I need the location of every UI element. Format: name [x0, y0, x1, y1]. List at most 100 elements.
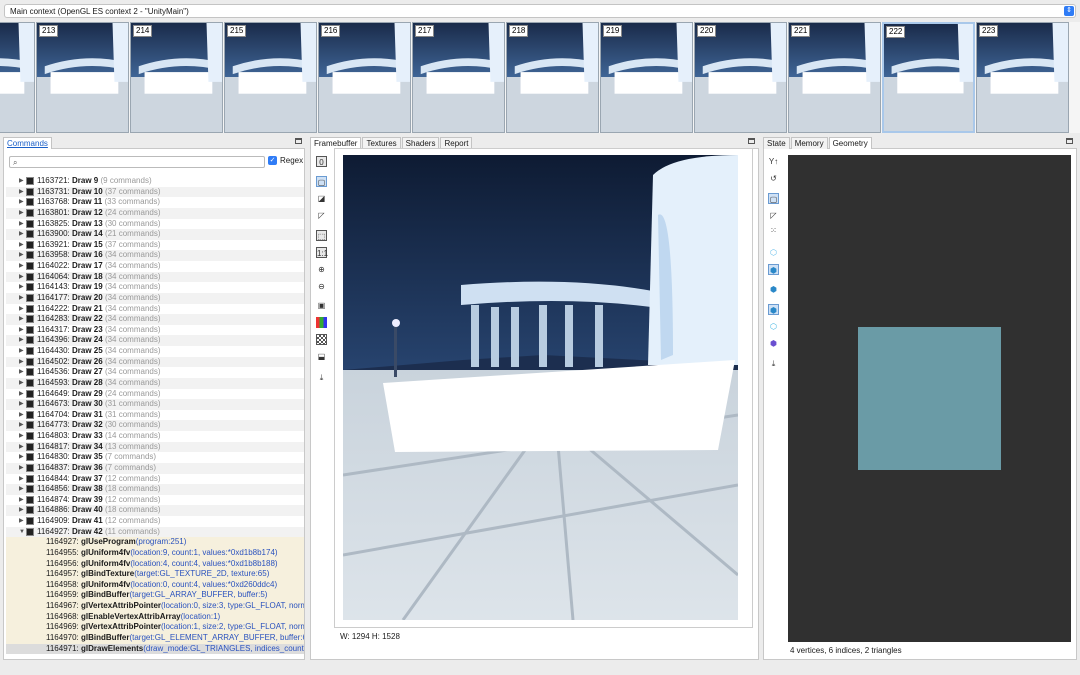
points-icon[interactable]: ⁙	[768, 225, 779, 236]
draw-call-row[interactable]: ▶ 1163825: Draw 13 (30 commands)	[6, 219, 304, 230]
draw-call-row[interactable]: ▶ 1164673: Draw 30 (31 commands)	[6, 399, 304, 410]
context-selector[interactable]: Main context (OpenGL ES context 2 - "Uni…	[4, 4, 1076, 18]
collapsed-arrow-icon[interactable]: ▶	[19, 516, 24, 527]
framebuffer-image[interactable]	[343, 155, 738, 620]
regex-toggle[interactable]: ✓ Regex	[268, 156, 303, 165]
cube-icon[interactable]: ⬢	[768, 284, 779, 295]
expanded-arrow-icon[interactable]: ▼	[19, 527, 25, 538]
collapsed-arrow-icon[interactable]: ▶	[19, 187, 24, 198]
download-icon[interactable]: ⤓	[768, 358, 779, 369]
wireframe-icon[interactable]: ◸	[768, 210, 779, 221]
command-row[interactable]: 1164955: glUniform4fv(location:9, count:…	[6, 547, 304, 559]
draw-call-row[interactable]: ▶ 1164396: Draw 24 (34 commands)	[6, 335, 304, 346]
overdraw-mode-icon[interactable]: ◪	[316, 193, 327, 204]
zoom-in-icon[interactable]: ⊕	[316, 264, 327, 275]
draw-call-row[interactable]: ▶ 1163731: Draw 10 (37 commands)	[6, 186, 304, 198]
checkerboard-icon[interactable]	[316, 334, 327, 345]
frame-thumbnail[interactable]: 223	[976, 22, 1069, 133]
collapsed-arrow-icon[interactable]: ▶	[19, 463, 24, 474]
collapsed-arrow-icon[interactable]: ▶	[19, 314, 24, 325]
collapsed-arrow-icon[interactable]: ▶	[19, 335, 24, 346]
command-row[interactable]: 1164969: glVertexAttribPointer(location:…	[6, 622, 304, 633]
tab-commands[interactable]: Commands	[3, 137, 52, 149]
solid-mode-icon[interactable]: ▢	[768, 193, 779, 204]
geometry-viewport[interactable]	[788, 155, 1071, 642]
maximize-icon[interactable]	[1066, 138, 1073, 144]
fit-to-window-icon[interactable]: ⬚	[316, 230, 327, 241]
frame-thumbnail-strip[interactable]: 213 214 215 216 217 218 219 220 221 222 223	[0, 22, 1080, 133]
draw-call-row[interactable]: ▶ 1164803: Draw 33 (14 commands)	[6, 431, 304, 442]
zoom-out-icon[interactable]: ⊖	[316, 281, 327, 292]
draw-call-row[interactable]: ▶ 1164817: Draw 34 (13 commands)	[6, 441, 304, 453]
command-row[interactable]: 1164967: glVertexAttribPointer(location:…	[6, 601, 304, 612]
collapsed-arrow-icon[interactable]: ▶	[19, 208, 24, 219]
command-row[interactable]: 1164957: glBindTexture(target:GL_TEXTURE…	[6, 569, 304, 580]
tab-geometry[interactable]: Geometry	[828, 137, 872, 149]
draw-call-row[interactable]: ▶ 1163921: Draw 15 (37 commands)	[6, 240, 304, 251]
collapsed-arrow-icon[interactable]: ▶	[19, 282, 24, 293]
draw-call-row[interactable]: ▶ 1164837: Draw 36 (7 commands)	[6, 462, 304, 474]
collapsed-arrow-icon[interactable]: ▶	[19, 505, 24, 516]
frame-thumbnail[interactable]: 217	[412, 22, 505, 133]
draw-call-row[interactable]: ▶ 1164856: Draw 38 (18 commands)	[6, 484, 304, 495]
collapsed-arrow-icon[interactable]: ▶	[19, 261, 24, 272]
command-tree[interactable]: ▶ 1163721: Draw 9 (9 commands) ▶ 1163731: D…	[6, 176, 304, 658]
frame-thumbnail[interactable]: 213	[36, 22, 129, 133]
color-cube-icon[interactable]: ⬢	[768, 338, 779, 349]
command-row[interactable]: 1164956: glUniform4fv(location:4, count:…	[6, 558, 304, 570]
collapsed-arrow-icon[interactable]: ▶	[19, 399, 24, 410]
normals-icon[interactable]: ⬡	[768, 321, 779, 332]
frame-thumbnail[interactable]: 221	[788, 22, 881, 133]
collapsed-arrow-icon[interactable]: ▶	[19, 420, 24, 431]
frame-thumbnail[interactable]: 219	[600, 22, 693, 133]
image-icon[interactable]: ▣	[316, 300, 327, 311]
shading-flat-icon[interactable]: ⬡	[768, 247, 779, 258]
collapsed-arrow-icon[interactable]: ▶	[19, 250, 24, 261]
original-size-button[interactable]: 1:1	[316, 247, 328, 258]
draw-call-row[interactable]: ▶ 1164317: Draw 23 (34 commands)	[6, 325, 304, 336]
command-row[interactable]: 1164959: glBindBuffer(target:GL_ARRAY_BU…	[6, 590, 304, 601]
collapsed-arrow-icon[interactable]: ▶	[19, 229, 24, 240]
draw-call-row[interactable]: ▶ 1163900: Draw 14 (21 commands)	[6, 229, 304, 240]
collapsed-arrow-icon[interactable]: ▶	[19, 452, 24, 463]
tab-state[interactable]: State	[763, 137, 790, 149]
collapsed-arrow-icon[interactable]: ▶	[19, 442, 24, 453]
color-channels-icon[interactable]	[316, 317, 327, 328]
draw-call-row[interactable]: ▶ 1164886: Draw 40 (18 commands)	[6, 505, 304, 516]
command-row[interactable]: 1164970: glBindBuffer(target:GL_ELEMENT_…	[6, 632, 304, 644]
draw-call-row[interactable]: ▶ 1163768: Draw 11 (33 commands)	[6, 197, 304, 208]
draw-call-row[interactable]: ▶ 1164064: Draw 18 (34 commands)	[6, 271, 304, 283]
draw-call-row[interactable]: ▶ 1164502: Draw 26 (34 commands)	[6, 356, 304, 368]
command-row[interactable]: 1164927: glUseProgram(program:251)	[6, 537, 304, 548]
collapsed-arrow-icon[interactable]: ▶	[19, 484, 24, 495]
draw-call-row[interactable]: ▶ 1163958: Draw 16 (34 commands)	[6, 250, 304, 261]
frame-thumbnail[interactable]: 220	[694, 22, 787, 133]
draw-call-row[interactable]: ▶ 1164430: Draw 25 (34 commands)	[6, 346, 304, 357]
collapsed-arrow-icon[interactable]: ▶	[19, 293, 24, 304]
search-input[interactable]: ⌕	[9, 156, 265, 168]
collapsed-arrow-icon[interactable]: ▶	[19, 325, 24, 336]
collapsed-arrow-icon[interactable]: ▶	[19, 219, 24, 230]
draw-call-row[interactable]: ▶ 1164536: Draw 27 (34 commands)	[6, 367, 304, 378]
download-icon[interactable]: ⤓	[316, 372, 327, 383]
collapsed-arrow-icon[interactable]: ▶	[19, 197, 24, 208]
draw-call-row[interactable]: ▼ 1164927: Draw 42 (11 commands)	[6, 526, 304, 538]
command-row[interactable]: 1164958: glUniform4fv(location:0, count:…	[6, 579, 304, 591]
draw-call-row[interactable]: ▶ 1164874: Draw 39 (12 commands)	[6, 495, 304, 506]
attachment-selector[interactable]: 0	[316, 156, 327, 167]
draw-call-row[interactable]: ▶ 1164773: Draw 32 (30 commands)	[6, 420, 304, 431]
draw-call-row[interactable]: ▶ 1164177: Draw 20 (34 commands)	[6, 292, 304, 304]
frame-thumbnail[interactable]	[0, 22, 35, 133]
collapsed-arrow-icon[interactable]: ▶	[19, 272, 24, 283]
tab-memory[interactable]: Memory	[790, 137, 828, 149]
draw-call-row[interactable]: ▶ 1164844: Draw 37 (12 commands)	[6, 474, 304, 485]
draw-call-row[interactable]: ▶ 1164022: Draw 17 (34 commands)	[6, 261, 304, 272]
frame-thumbnail[interactable]: 222	[882, 22, 975, 133]
draw-call-row[interactable]: ▶ 1164704: Draw 31 (31 commands)	[6, 410, 304, 421]
collapsed-arrow-icon[interactable]: ▶	[19, 474, 24, 485]
draw-call-row[interactable]: ▶ 1164222: Draw 21 (34 commands)	[6, 304, 304, 315]
collapsed-arrow-icon[interactable]: ▶	[19, 176, 24, 187]
command-row[interactable]: 1164968: glEnableVertexAttribArray(locat…	[6, 611, 304, 623]
checkbox-checked-icon[interactable]: ✓	[268, 156, 277, 165]
maximize-icon[interactable]	[748, 138, 755, 144]
